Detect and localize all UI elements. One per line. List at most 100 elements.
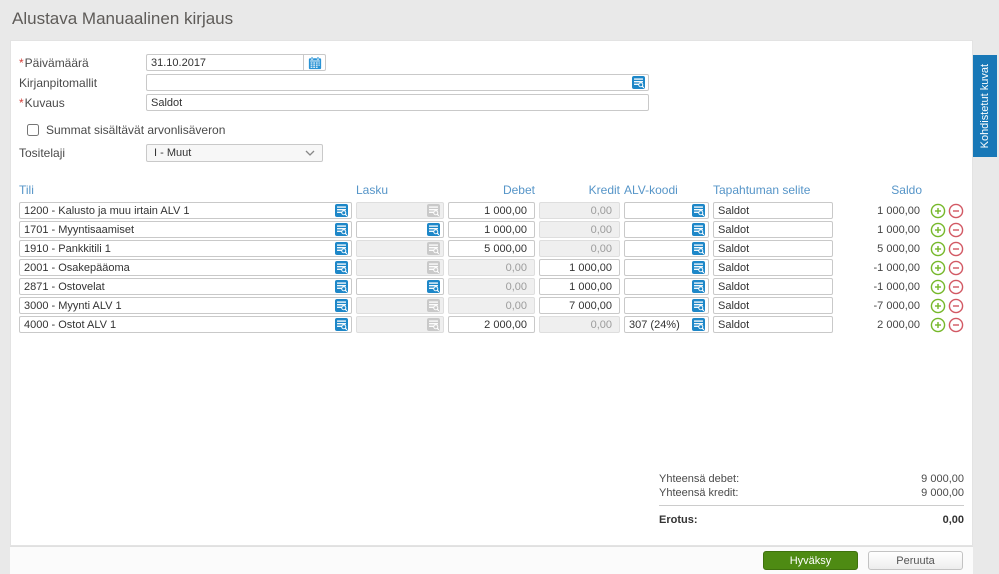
account-lookup-icon[interactable] — [335, 299, 348, 312]
row-description-input[interactable] — [714, 223, 829, 236]
account-lookup-icon[interactable] — [335, 280, 348, 293]
account-input[interactable] — [20, 204, 335, 217]
date-picker-button[interactable] — [304, 54, 326, 71]
credit-input[interactable] — [540, 261, 616, 274]
account-lookup-icon[interactable] — [335, 242, 348, 255]
add-row-button[interactable] — [930, 241, 946, 257]
credit-input[interactable] — [540, 280, 616, 293]
header-invoice: Lasku — [356, 183, 389, 197]
remove-row-button[interactable] — [948, 279, 964, 295]
templates-lookup-icon[interactable] — [632, 76, 645, 89]
credit-input — [540, 204, 616, 217]
description-row: *Kuvaus — [19, 93, 964, 112]
vat-included-checkbox[interactable] — [27, 123, 39, 136]
account-input[interactable] — [20, 280, 335, 293]
add-row-button[interactable] — [930, 279, 946, 295]
debit-field — [448, 221, 535, 238]
cancel-button[interactable]: Peruuta — [868, 551, 963, 570]
approve-button[interactable]: Hyväksy — [763, 551, 858, 570]
account-lookup-icon[interactable] — [335, 204, 348, 217]
account-lookup-icon[interactable] — [335, 318, 348, 331]
vat-code-field — [624, 278, 709, 295]
credit-field — [539, 202, 620, 219]
add-row-button[interactable] — [930, 222, 946, 238]
vat-code-input[interactable] — [625, 280, 692, 293]
plus-circle-icon — [930, 317, 946, 332]
row-description-input[interactable] — [714, 242, 829, 255]
account-lookup-icon[interactable] — [335, 223, 348, 236]
account-input[interactable] — [20, 299, 335, 312]
remove-row-button[interactable] — [948, 317, 964, 333]
remove-row-button[interactable] — [948, 298, 964, 314]
row-description-field — [713, 259, 833, 276]
vat-code-input[interactable] — [625, 299, 692, 312]
invoice-field — [356, 259, 444, 276]
add-row-button[interactable] — [930, 298, 946, 314]
balance-value: 1 000,00 — [877, 223, 920, 236]
voucher-type-value: I - Muut — [154, 146, 192, 159]
vat-code-input[interactable] — [625, 223, 692, 236]
row-description-input[interactable] — [714, 280, 829, 293]
remove-row-button[interactable] — [948, 260, 964, 276]
credit-input[interactable] — [540, 299, 616, 312]
account-lookup-icon[interactable] — [335, 261, 348, 274]
add-row-button[interactable] — [930, 317, 946, 333]
invoice-lookup-icon[interactable] — [427, 223, 440, 236]
vat-code-input[interactable] — [625, 261, 692, 274]
total-credit-label: Yhteensä kredit: — [659, 487, 739, 499]
account-input[interactable] — [20, 242, 335, 255]
date-input[interactable] — [146, 54, 304, 71]
row-description-input[interactable] — [714, 318, 829, 331]
debit-input[interactable] — [449, 318, 531, 331]
debit-input[interactable] — [449, 204, 531, 217]
entry-panel: *Päivämäärä Kirjanpitomallit — [10, 40, 973, 546]
account-input[interactable] — [20, 318, 335, 331]
row-description-input[interactable] — [714, 204, 829, 217]
remove-row-button[interactable] — [948, 222, 964, 238]
credit-field — [539, 259, 620, 276]
vat-code-input[interactable] — [625, 318, 692, 331]
row-description-input[interactable] — [714, 261, 829, 274]
add-row-button[interactable] — [930, 260, 946, 276]
vat-lookup-icon[interactable] — [692, 223, 705, 236]
credit-field — [539, 240, 620, 257]
invoice-field — [356, 278, 444, 295]
vat-code-input[interactable] — [625, 204, 692, 217]
vat-code-field — [624, 297, 709, 314]
header-description: Tapahtuman selite — [713, 183, 811, 197]
description-input[interactable] — [146, 94, 649, 111]
description-label: *Kuvaus — [19, 95, 65, 110]
invoice-input — [357, 261, 427, 274]
invoice-input[interactable] — [357, 223, 427, 236]
add-row-button[interactable] — [930, 203, 946, 219]
invoice-input[interactable] — [357, 280, 427, 293]
account-input[interactable] — [20, 223, 335, 236]
table-row: -7 000,00 — [19, 297, 964, 314]
vat-lookup-icon[interactable] — [692, 280, 705, 293]
row-description-field — [713, 202, 833, 219]
vat-lookup-icon[interactable] — [692, 204, 705, 217]
invoice-lookup-icon[interactable] — [427, 280, 440, 293]
vat-lookup-icon[interactable] — [692, 318, 705, 331]
invoice-input — [357, 318, 427, 331]
row-description-input[interactable] — [714, 299, 829, 312]
templates-input[interactable] — [147, 76, 632, 89]
invoice-lookup-icon — [427, 299, 440, 312]
minus-circle-icon — [948, 241, 964, 256]
row-description-field — [713, 221, 833, 238]
debit-input[interactable] — [449, 242, 531, 255]
voucher-type-select[interactable]: I - Muut — [146, 143, 323, 162]
vat-lookup-icon[interactable] — [692, 299, 705, 312]
vat-lookup-icon[interactable] — [692, 261, 705, 274]
vat-code-input[interactable] — [625, 242, 692, 255]
remove-row-button[interactable] — [948, 203, 964, 219]
vat-code-field — [624, 240, 709, 257]
debit-input[interactable] — [449, 223, 531, 236]
remove-row-button[interactable] — [948, 241, 964, 257]
required-asterisk: * — [19, 55, 24, 70]
attached-images-tab[interactable]: Kohdistetut kuvat — [973, 55, 997, 157]
vat-lookup-icon[interactable] — [692, 242, 705, 255]
total-debit-label: Yhteensä debet: — [659, 473, 740, 485]
account-field — [19, 297, 352, 314]
account-input[interactable] — [20, 261, 335, 274]
